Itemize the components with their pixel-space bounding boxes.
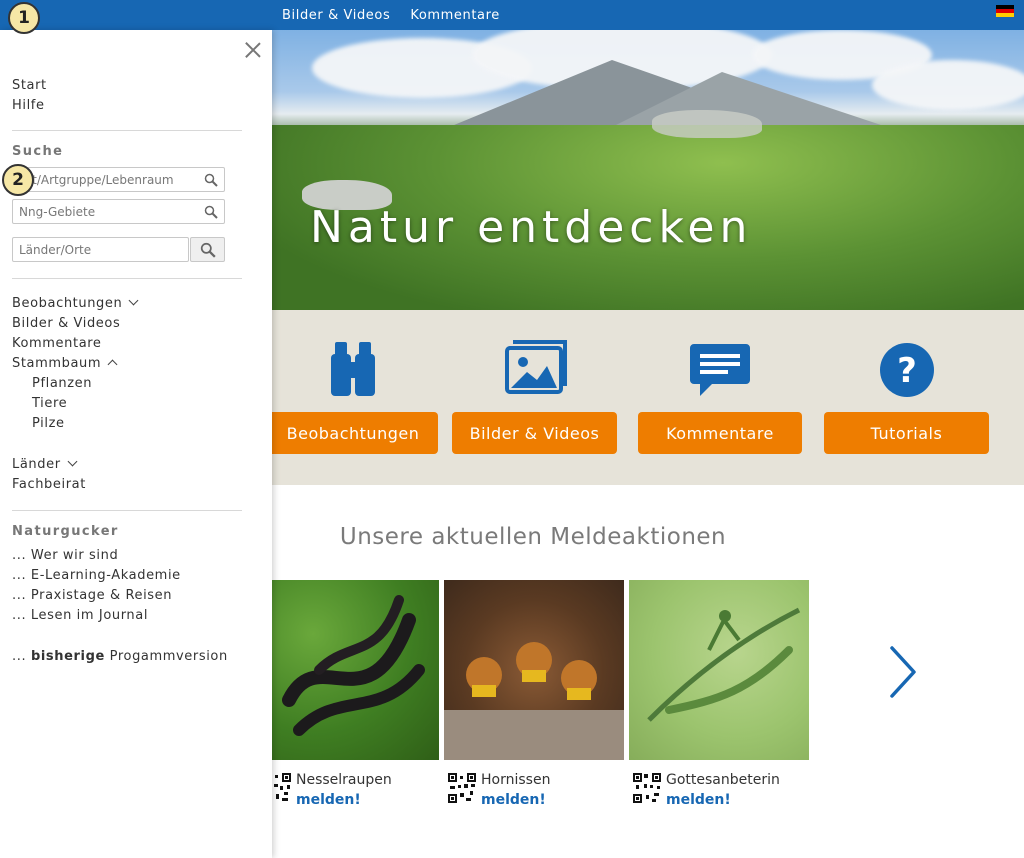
sidebar-item-bilder-videos[interactable]: Bilder & Videos (12, 316, 120, 331)
binoculars-icon (331, 342, 375, 396)
search-heading: Suche (12, 144, 64, 159)
feature-tutorials: ? Tutorials (824, 310, 989, 485)
top-nav: Bilder & Videos Kommentare (282, 0, 500, 30)
campaigns-title: Unsere aktuellen Meldeaktionen (339, 524, 727, 550)
topnav-bilder-videos[interactable]: Bilder & Videos (282, 8, 390, 23)
sidebar-item-start[interactable]: Start (12, 78, 47, 93)
search-icon (200, 242, 216, 258)
divider (12, 510, 242, 511)
question-circle-icon: ? (879, 343, 934, 397)
sidebar-item-e-learning[interactable]: ... E-Learning-Akademie (12, 568, 181, 583)
sidebar-item-pflanzen[interactable]: Pflanzen (32, 376, 92, 391)
hero-title: Natur entdecken (310, 202, 753, 253)
image-gallery-icon (504, 340, 567, 394)
campaign-name: Nesselraupen (296, 772, 392, 788)
hornet-photo[interactable] (444, 580, 624, 760)
report-link[interactable]: melden! (481, 792, 546, 808)
feature-beobachtungen: Beobachtungen (268, 310, 438, 485)
tutorials-button[interactable]: Tutorials (824, 412, 989, 454)
sidebar-menu: Start Hilfe Suche Beobachtungen Bilder &… (0, 30, 272, 858)
sidebar-item-label: Stammbaum (12, 356, 102, 371)
species-search-input[interactable] (12, 167, 225, 192)
sidebar-item-stammbaum[interactable]: Stammbaum (12, 356, 118, 371)
campaign-name: Gottesanbeterin (666, 772, 780, 788)
step-marker-1: 1 (8, 2, 40, 34)
sidebar-item-wer-wir-sind[interactable]: ... Wer wir sind (12, 548, 118, 563)
topnav-kommentare[interactable]: Kommentare (410, 8, 500, 23)
sidebar-item-kommentare[interactable]: Kommentare (12, 336, 102, 351)
places-search-input[interactable] (12, 237, 189, 262)
kommentare-button[interactable]: Kommentare (638, 412, 802, 454)
sidebar-item-label: Beobachtungen (12, 296, 123, 311)
legacy-rest: Progammversion (109, 649, 228, 664)
naturgucker-heading: Naturgucker (12, 524, 119, 539)
feature-bilder-videos: Bilder & Videos (452, 310, 617, 485)
search-icon[interactable] (204, 173, 218, 187)
top-bar: Bilder & Videos Kommentare (0, 0, 1024, 30)
feature-band: Beobachtungen Bilder & Videos Kommentare… (268, 310, 1024, 485)
chevron-down-icon (128, 295, 139, 306)
hero-banner: Natur entdecken (272, 30, 1024, 310)
divider (12, 278, 242, 279)
campaign-card-nesselraupen: Nesselraupen melden! (259, 580, 439, 808)
legacy-prefix: ... (12, 649, 27, 664)
campaign-card-hornissen: Hornissen melden! (444, 580, 624, 808)
step-marker-2: 2 (2, 164, 34, 196)
sidebar-item-laender[interactable]: Länder (12, 456, 78, 472)
sidebar-item-legacy-version[interactable]: ... bisherige Progammversion (12, 649, 228, 664)
sidebar-item-beobachtungen[interactable]: Beobachtungen (12, 295, 139, 311)
report-link[interactable]: melden! (666, 792, 731, 808)
speech-bubble-icon (690, 344, 750, 396)
sidebar-item-tiere[interactable]: Tiere (32, 396, 67, 411)
bilder-videos-button[interactable]: Bilder & Videos (452, 412, 617, 454)
divider (12, 130, 242, 131)
legacy-bold: bisherige (30, 649, 105, 664)
report-link[interactable]: melden! (296, 792, 361, 808)
german-flag-icon[interactable] (996, 5, 1014, 17)
feature-kommentare: Kommentare (638, 310, 802, 485)
qr-code-icon[interactable] (447, 772, 477, 804)
chevron-right-icon[interactable] (886, 645, 920, 699)
chevron-up-icon (107, 359, 118, 370)
campaign-name: Hornissen (481, 772, 551, 788)
sidebar-item-label: Länder (12, 457, 61, 472)
qr-code-icon[interactable] (632, 772, 662, 804)
sidebar-item-pilze[interactable]: Pilze (32, 416, 65, 431)
campaign-card-gottesanbeterin: Gottesanbeterin melden! (629, 580, 809, 808)
svg-text:?: ? (897, 351, 917, 391)
search-icon[interactable] (204, 205, 218, 219)
caterpillar-photo[interactable] (259, 580, 439, 760)
chevron-down-icon (67, 456, 78, 467)
mantis-photo[interactable] (629, 580, 809, 760)
sidebar-item-praxistage[interactable]: ... Praxistage & Reisen (12, 588, 172, 603)
areas-search-input[interactable] (12, 199, 225, 224)
close-icon[interactable] (244, 41, 262, 59)
sidebar-item-hilfe[interactable]: Hilfe (12, 98, 45, 113)
beobachtungen-button[interactable]: Beobachtungen (268, 412, 438, 454)
sidebar-item-journal[interactable]: ... Lesen im Journal (12, 608, 148, 623)
places-search-button[interactable] (190, 237, 225, 262)
sidebar-item-fachbeirat[interactable]: Fachbeirat (12, 477, 86, 492)
